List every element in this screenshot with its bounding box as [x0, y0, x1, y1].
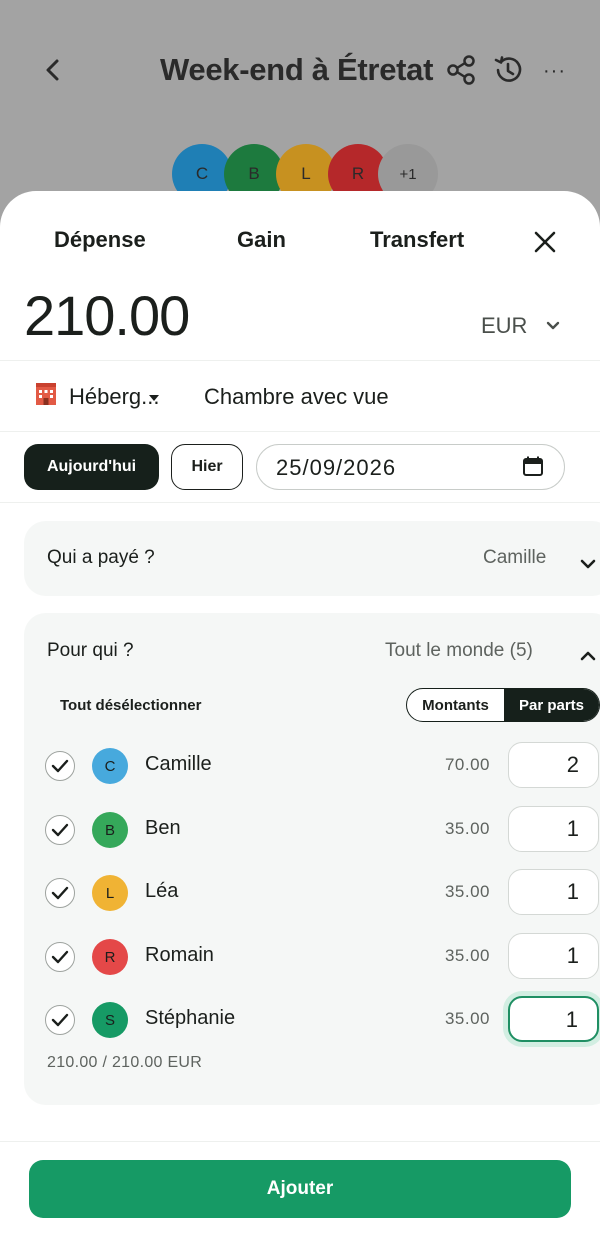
history-icon[interactable]	[492, 54, 524, 86]
description-input[interactable]: Chambre avec vue	[204, 384, 389, 410]
add-button[interactable]: Ajouter	[29, 1160, 571, 1218]
participant-name: Léa	[145, 880, 179, 902]
yesterday-button[interactable]: Hier	[171, 444, 243, 490]
avatar: C	[92, 748, 128, 784]
category-select[interactable]: Héberg...	[69, 384, 160, 410]
checkmark-icon	[51, 950, 69, 964]
divider	[0, 431, 600, 432]
participant-amount: 70.00	[444, 755, 490, 774]
date-value: 25/09/2026	[276, 455, 397, 480]
participant-checkbox[interactable]	[45, 751, 75, 781]
payer-label: Qui a payé ?	[47, 547, 155, 568]
shares-input[interactable]: 1	[508, 996, 599, 1042]
split-mode-toggle: Montants Par parts	[406, 688, 600, 722]
divider	[0, 360, 600, 361]
checkmark-icon	[51, 759, 69, 773]
participant-name: Stéphanie	[145, 1007, 236, 1029]
divider	[0, 502, 600, 503]
participant-amount: 35.00	[444, 882, 490, 901]
checkmark-icon	[51, 823, 69, 837]
participant-checkbox[interactable]	[45, 878, 75, 908]
share-icon[interactable]	[445, 54, 477, 86]
checkmark-icon	[51, 1013, 69, 1027]
shares-input[interactable]: 1	[508, 869, 599, 915]
chevron-up-icon[interactable]	[579, 649, 597, 663]
participant-row: S Stéphanie 35.00 1	[24, 994, 600, 1044]
hotel-icon[interactable]	[33, 381, 59, 407]
participant-row: C Camille 70.00 2	[24, 740, 600, 790]
amount-input[interactable]: 210.00	[24, 283, 190, 348]
chevron-down-icon	[580, 559, 596, 569]
split-section: Pour qui ? Tout le monde (5) Tout déséle…	[24, 613, 600, 1105]
participant-row: L Léa 35.00 1	[24, 867, 600, 917]
participant-amount: 35.00	[444, 1009, 490, 1028]
participant-amount: 35.00	[444, 946, 490, 965]
tab-transfer[interactable]: Transfert	[370, 227, 464, 253]
currency-select[interactable]: EUR	[481, 313, 527, 339]
participant-checkbox[interactable]	[45, 942, 75, 972]
participant-checkbox[interactable]	[45, 815, 75, 845]
participant-name: Romain	[145, 944, 214, 966]
back-arrow-icon[interactable]	[38, 52, 68, 88]
participant-checkbox[interactable]	[45, 1005, 75, 1035]
avatar: B	[92, 812, 128, 848]
close-icon[interactable]	[527, 224, 563, 260]
app-header: Week-end à Étretat ··· C B L R +1	[0, 0, 600, 204]
more-options-icon[interactable]: ···	[543, 60, 566, 83]
participant-row: B Ben 35.00 1	[24, 804, 600, 854]
add-expense-sheet: Dépense Gain Transfert 210.00 EUR Héberg…	[0, 191, 600, 1235]
payer-value: Camille	[483, 547, 547, 568]
split-summary[interactable]: Tout le monde (5)	[385, 640, 533, 662]
shares-input[interactable]: 1	[508, 806, 599, 852]
deselect-all-button[interactable]: Tout désélectionner	[60, 697, 201, 714]
payer-select[interactable]: Qui a payé ? Camille	[24, 521, 600, 596]
split-mode-shares[interactable]: Par parts	[503, 689, 599, 721]
date-input[interactable]: 25/09/2026	[256, 444, 565, 490]
split-mode-amounts[interactable]: Montants	[407, 689, 504, 721]
shares-input[interactable]: 1	[508, 933, 599, 979]
chevron-down-icon[interactable]	[544, 317, 562, 335]
participant-name: Ben	[145, 817, 181, 839]
chevron-down-icon[interactable]	[148, 393, 160, 403]
tab-expense[interactable]: Dépense	[54, 227, 146, 253]
split-total: 210.00 / 210.00 EUR	[47, 1054, 203, 1071]
split-label: Pour qui ?	[47, 640, 134, 661]
calendar-icon[interactable]	[522, 455, 544, 477]
participant-row: R Romain 35.00 1	[24, 931, 600, 981]
checkmark-icon	[51, 886, 69, 900]
divider	[0, 1141, 600, 1142]
today-button[interactable]: Aujourd'hui	[24, 444, 159, 490]
avatar: L	[92, 875, 128, 911]
participant-amount: 35.00	[444, 819, 490, 838]
avatar: R	[92, 939, 128, 975]
shares-input[interactable]: 2	[508, 742, 599, 788]
transaction-type-tabs: Dépense Gain Transfert	[0, 191, 600, 291]
tab-income[interactable]: Gain	[237, 227, 286, 253]
avatar: S	[92, 1002, 128, 1038]
participant-name: Camille	[145, 753, 212, 775]
page-title: Week-end à Étretat	[160, 52, 434, 87]
